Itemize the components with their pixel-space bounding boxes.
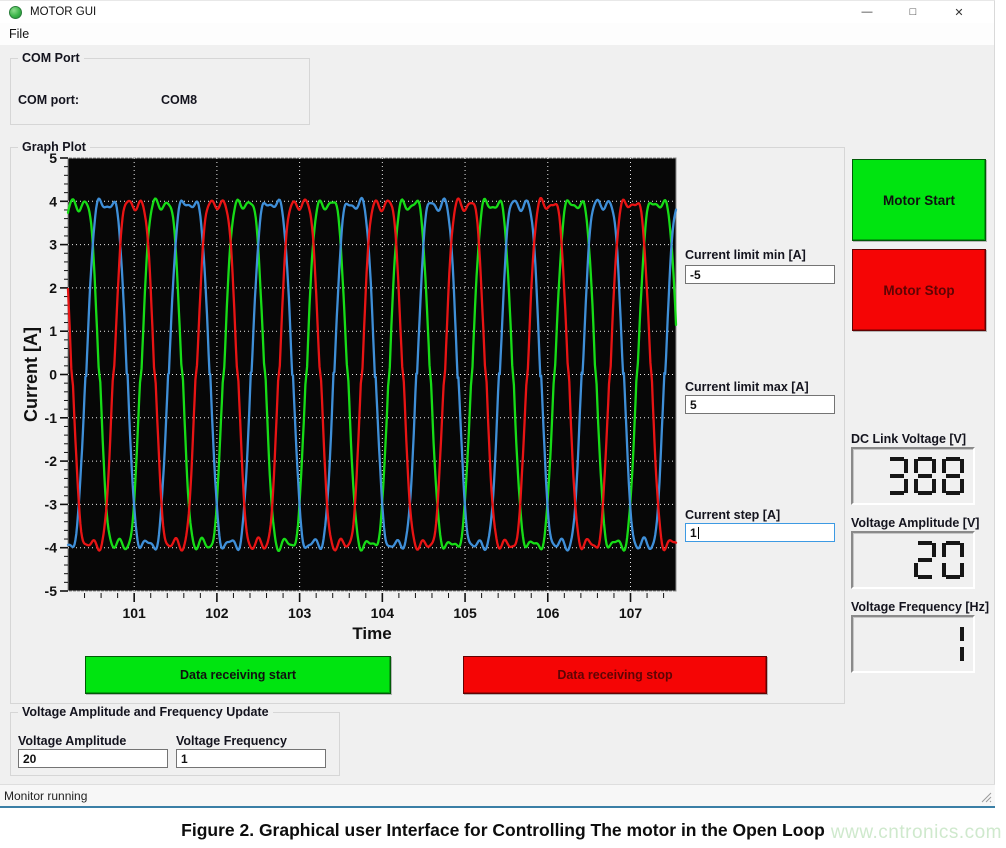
- svg-text:1: 1: [49, 323, 57, 339]
- svg-text:104: 104: [371, 605, 395, 621]
- voltage-frequency-value: [942, 625, 964, 663]
- com-port-group-title: COM Port: [18, 51, 84, 65]
- svg-text:105: 105: [453, 605, 477, 621]
- dc-link-voltage-label: DC Link Voltage [V]: [851, 432, 966, 446]
- data-receiving-start-button[interactable]: Data receiving start: [85, 656, 391, 694]
- motor-start-button[interactable]: Motor Start: [852, 159, 986, 241]
- com-port-value: COM8: [161, 93, 197, 107]
- voltage-amplitude-display: [851, 531, 975, 589]
- svg-text:0: 0: [49, 367, 57, 383]
- voltage-frequency-field-label: Voltage Frequency: [176, 734, 287, 748]
- svg-text:-1: -1: [45, 410, 58, 426]
- figure-caption: Figure 2. Graphical user Interface for C…: [181, 820, 825, 840]
- svg-text:101: 101: [122, 605, 146, 621]
- svg-text:5: 5: [49, 150, 57, 166]
- voltage-frequency-input-wrap: [176, 749, 326, 768]
- current-limit-max-label: Current limit max [A]: [685, 380, 809, 394]
- window-controls: — □ ✕: [844, 1, 982, 23]
- voltage-amplitude-input[interactable]: [19, 751, 167, 768]
- current-step-input-wrap: [685, 523, 835, 542]
- voltage-amplitude-field-label: Voltage Amplitude: [18, 734, 126, 748]
- current-step-label: Current step [A]: [685, 508, 780, 522]
- svg-text:103: 103: [288, 605, 312, 621]
- svg-text:4: 4: [49, 193, 57, 209]
- com-port-group: COM Port COM port: COM8: [10, 58, 310, 125]
- motor-stop-button[interactable]: Motor Stop: [852, 249, 986, 331]
- voltage-frequency-input[interactable]: [177, 751, 325, 768]
- title-bar: MOTOR GUI — □ ✕: [0, 1, 994, 23]
- com-port-label: COM port:: [18, 93, 79, 107]
- waveform-chart: -5 -4 -3 -2 -1 0 1 2 3 4 5 101 102 103 104 105 106 107 Tim…: [20, 149, 690, 654]
- current-limit-max-input[interactable]: [686, 397, 834, 414]
- maximize-icon[interactable]: □: [890, 1, 936, 23]
- svg-text:Time: Time: [352, 624, 391, 643]
- voltage-frequency-display: [851, 615, 975, 673]
- dc-link-voltage-display: [851, 447, 975, 505]
- minimize-icon[interactable]: —: [844, 1, 890, 23]
- current-limit-min-label: Current limit min [A]: [685, 248, 806, 262]
- current-limit-min-input-wrap: [685, 265, 835, 284]
- data-receiving-stop-button[interactable]: Data receiving stop: [463, 656, 767, 694]
- svg-text:-3: -3: [45, 496, 58, 512]
- svg-text:102: 102: [205, 605, 229, 621]
- svg-text:-5: -5: [45, 583, 58, 599]
- current-step-input[interactable]: [686, 525, 834, 542]
- svg-text:107: 107: [619, 605, 643, 621]
- dc-link-voltage-value: [886, 457, 964, 495]
- status-text: Monitor running: [4, 789, 87, 803]
- voltage-amplitude-value: [914, 541, 964, 579]
- svg-text:3: 3: [49, 237, 57, 253]
- current-limit-max-input-wrap: [685, 395, 835, 414]
- window-title: MOTOR GUI: [30, 6, 96, 18]
- close-icon[interactable]: ✕: [936, 1, 982, 23]
- app-window: MOTOR GUI — □ ✕ File COM Port COM port: …: [0, 0, 995, 807]
- watermark-text: www.cntronics.com: [831, 822, 1002, 844]
- svg-text:-2: -2: [45, 453, 58, 469]
- svg-text:Current [A]: Current [A]: [21, 327, 41, 422]
- window-bottom-accent: [0, 806, 995, 808]
- waveform-chart-svg: -5 -4 -3 -2 -1 0 1 2 3 4 5 101 102 103 104 105 106 107 Tim…: [20, 149, 690, 654]
- text-caret: [698, 527, 699, 539]
- svg-text:2: 2: [49, 280, 57, 296]
- resize-grip-icon[interactable]: [979, 790, 992, 803]
- status-bar: Monitor running: [0, 784, 995, 806]
- menu-bar: File: [0, 23, 994, 45]
- menu-file[interactable]: File: [0, 23, 38, 41]
- voltage-update-group-title: Voltage Amplitude and Frequency Update: [18, 705, 273, 719]
- voltage-amplitude-display-label: Voltage Amplitude [V]: [851, 516, 979, 530]
- voltage-update-group: Voltage Amplitude and Frequency Update V…: [10, 712, 340, 776]
- voltage-frequency-display-label: Voltage Frequency [Hz]: [851, 600, 989, 614]
- figure-caption-row: www.cntronics.com Figure 2. Graphical us…: [0, 820, 1006, 841]
- voltage-amplitude-input-wrap: [18, 749, 168, 768]
- app-icon: [9, 6, 22, 19]
- svg-text:-4: -4: [45, 540, 58, 556]
- svg-text:106: 106: [536, 605, 560, 621]
- current-limit-min-input[interactable]: [686, 267, 834, 284]
